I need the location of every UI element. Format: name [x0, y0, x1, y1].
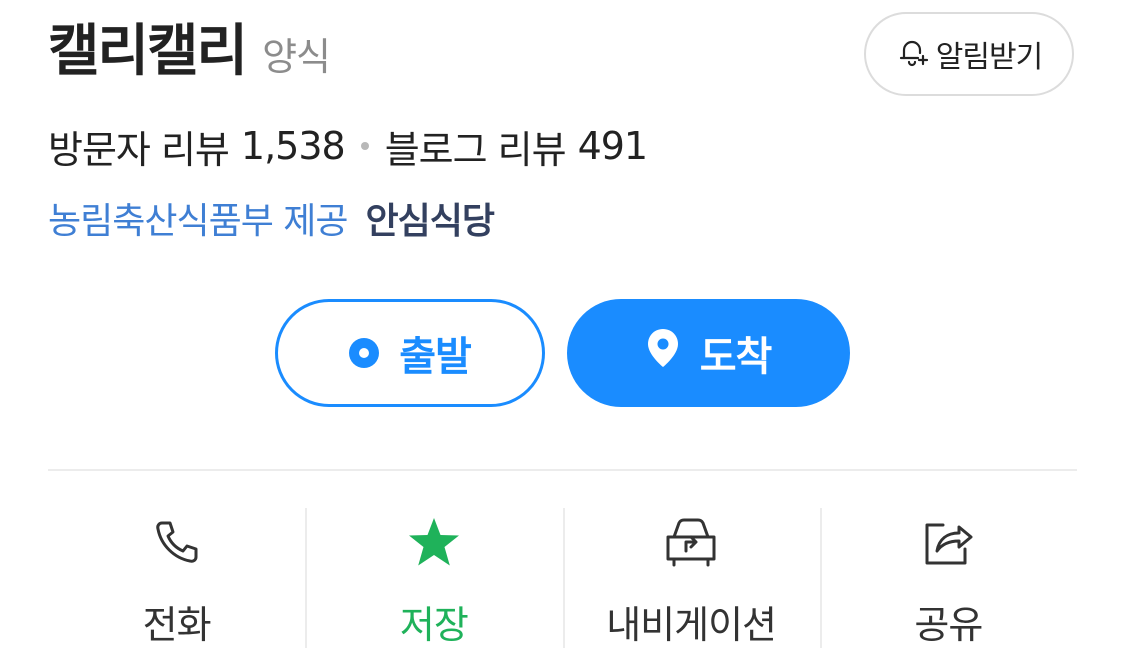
- blog-review-label[interactable]: 블로그 리뷰: [385, 119, 567, 174]
- save-action[interactable]: 저장: [305, 508, 562, 671]
- visitor-review-count[interactable]: 1,538: [241, 124, 346, 168]
- bell-plus-icon: [896, 35, 930, 73]
- alarm-button[interactable]: 알림받기: [864, 12, 1074, 96]
- depart-button[interactable]: 출발: [275, 299, 545, 407]
- arrive-label: 도착: [699, 334, 773, 380]
- arrive-button[interactable]: 도착: [567, 299, 850, 407]
- share-label: 공유: [914, 603, 983, 647]
- navigation-label: 내비게이션: [606, 603, 777, 647]
- alarm-label: 알림받기: [935, 40, 1043, 75]
- place-title: 캘리캘리: [48, 19, 248, 84]
- depart-label: 출발: [399, 334, 472, 380]
- review-summary: 방문자 리뷰 1,538 블로그 리뷰 491: [48, 118, 649, 174]
- phone-icon: [152, 510, 202, 574]
- title-row: 캘리캘리 양식: [48, 12, 331, 92]
- save-label: 저장: [399, 603, 469, 647]
- navigation-action[interactable]: 내비게이션: [562, 508, 820, 671]
- blog-review-count[interactable]: 491: [578, 124, 649, 168]
- action-bar: 전화 저장 내비게이션 공유: [48, 508, 1077, 671]
- provider-link[interactable]: 농림축산식품부 제공: [48, 192, 349, 244]
- car-navigation-icon: [662, 510, 720, 574]
- call-action[interactable]: 전화: [48, 508, 305, 671]
- share-action[interactable]: 공유: [819, 508, 1077, 671]
- star-icon: [407, 510, 461, 574]
- section-divider: [48, 469, 1077, 471]
- safe-restaurant-badge: 안심식당: [365, 201, 495, 242]
- place-category: 양식: [262, 35, 331, 79]
- visitor-review-label[interactable]: 방문자 리뷰: [48, 119, 230, 174]
- share-icon: [921, 510, 975, 574]
- location-pin-icon: [646, 328, 680, 378]
- origin-dot-icon: [349, 338, 380, 368]
- call-label: 전화: [142, 603, 212, 647]
- separator-dot: [360, 142, 369, 150]
- provider-info: 농림축산식품부 제공 안심식당: [48, 190, 495, 246]
